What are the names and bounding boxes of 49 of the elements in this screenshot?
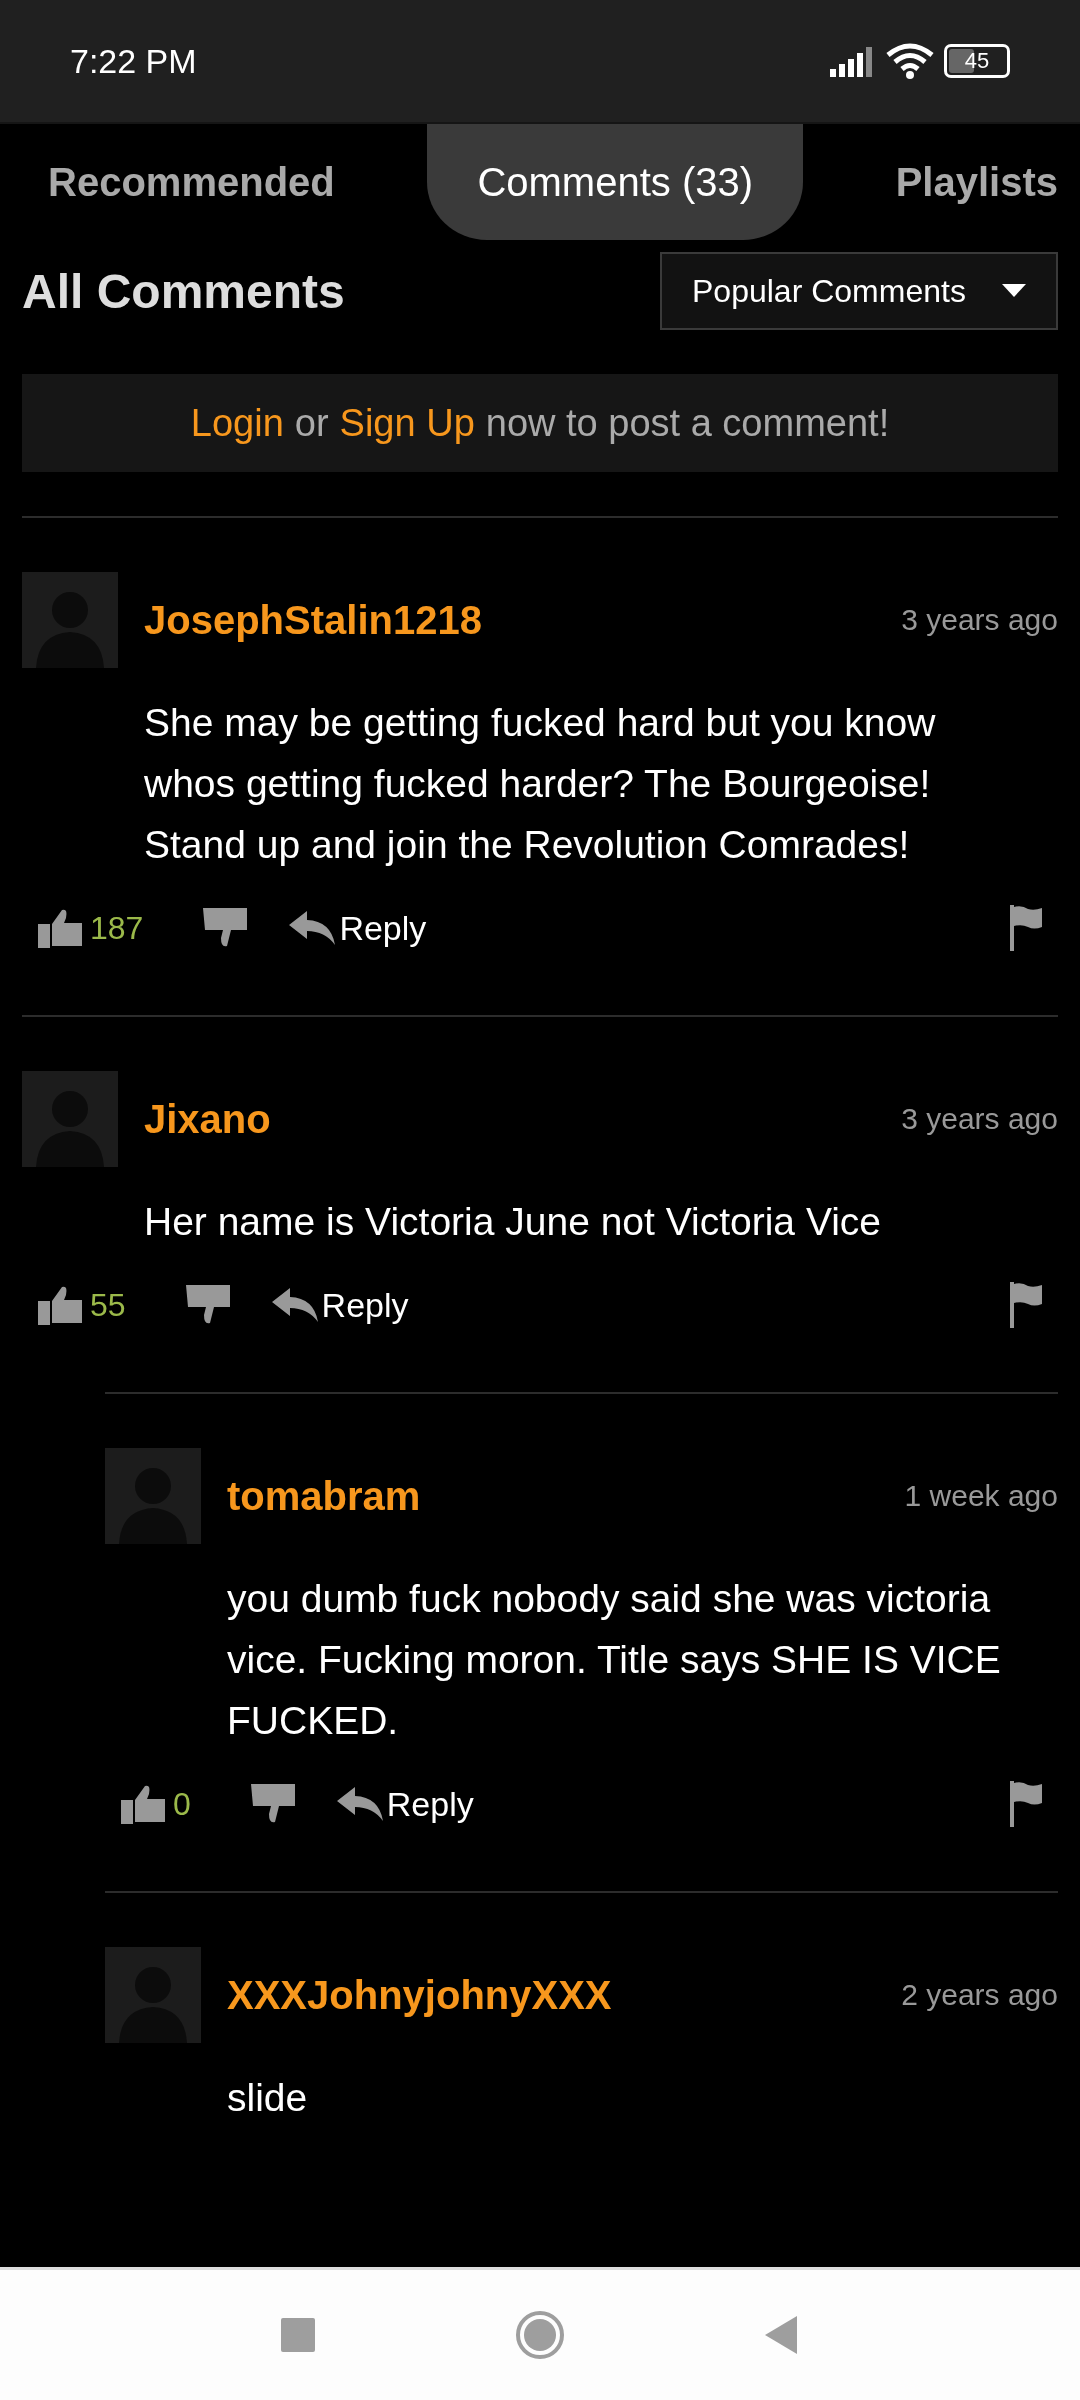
reply-arrow-icon: [271, 1288, 318, 1322]
avatar-icon: [22, 572, 118, 668]
like-count: 0: [173, 1785, 191, 1823]
thumbs-up-icon[interactable]: [121, 1784, 167, 1824]
back-icon[interactable]: [765, 2316, 799, 2354]
tab[interactable]: Comments (33): [427, 124, 803, 240]
comment-text: Her name is Victoria June not Victoria Vice: [144, 1199, 883, 1245]
username-link[interactable]: XXXJohnyjohnyXXX: [227, 1972, 876, 2018]
login-text: or: [294, 401, 329, 445]
reply-arrow-icon: [289, 911, 336, 945]
login-text: now to post a comment!: [485, 401, 890, 445]
comment-text: you dumb fuck nobody said she was victoria vice. Fucking moron. Title says SHE IS VICE FUCKED.: [227, 1576, 1002, 1744]
flag-icon[interactable]: [1008, 1781, 1042, 1827]
sort-dropdown[interactable]: Popular Comments: [660, 252, 1058, 330]
thumbs-down-icon[interactable]: [250, 1784, 297, 1824]
like-count: 55: [90, 1286, 126, 1324]
wifi-icon: [886, 43, 934, 79]
tab[interactable]: Playlists: [845, 124, 1068, 240]
battery-icon: 45: [944, 44, 1010, 78]
like-count: 187: [90, 909, 144, 947]
signup-link[interactable]: Sign Up: [339, 401, 475, 445]
thumbs-up-icon[interactable]: [38, 908, 84, 948]
status-time: 7:22 PM: [70, 41, 197, 81]
comment-time: 1 week ago: [904, 1479, 1058, 1513]
username-link[interactable]: Jixano: [144, 1096, 876, 1142]
section-title: All Comments: [22, 263, 345, 319]
thumbs-down-icon[interactable]: [203, 908, 250, 948]
reply-arrow-icon: [336, 1787, 383, 1821]
avatar-icon: [105, 1947, 201, 2043]
comment-time: 2 years ago: [901, 1978, 1058, 2012]
tab[interactable]: Recommended: [30, 124, 385, 240]
reply-button[interactable]: Reply: [336, 1784, 474, 1824]
avatar-icon: [105, 1448, 201, 1544]
avatar-icon: [22, 1071, 118, 1167]
comment-text: slide: [227, 2075, 309, 2121]
username-link[interactable]: JosephStalin1218: [144, 597, 876, 643]
flag-icon[interactable]: [1008, 1282, 1042, 1328]
reply-button[interactable]: Reply: [271, 1285, 409, 1325]
thumbs-down-icon[interactable]: [185, 1285, 232, 1325]
comment-time: 3 years ago: [901, 603, 1058, 637]
reply-button[interactable]: Reply: [289, 908, 427, 948]
caret-icon: [1002, 284, 1026, 298]
comment-time: 3 years ago: [901, 1102, 1058, 1136]
flag-icon[interactable]: [1008, 905, 1042, 951]
thumbs-up-icon[interactable]: [38, 1285, 84, 1325]
login-link[interactable]: Login: [190, 401, 284, 445]
username-link[interactable]: tomabram: [227, 1473, 879, 1519]
comment-text: She may be getting fucked hard but you know whos getting fucked harder? The Bourgeoise! Stand up and join the Revolution Comrades!: [144, 700, 937, 868]
home-icon[interactable]: [515, 2310, 565, 2360]
